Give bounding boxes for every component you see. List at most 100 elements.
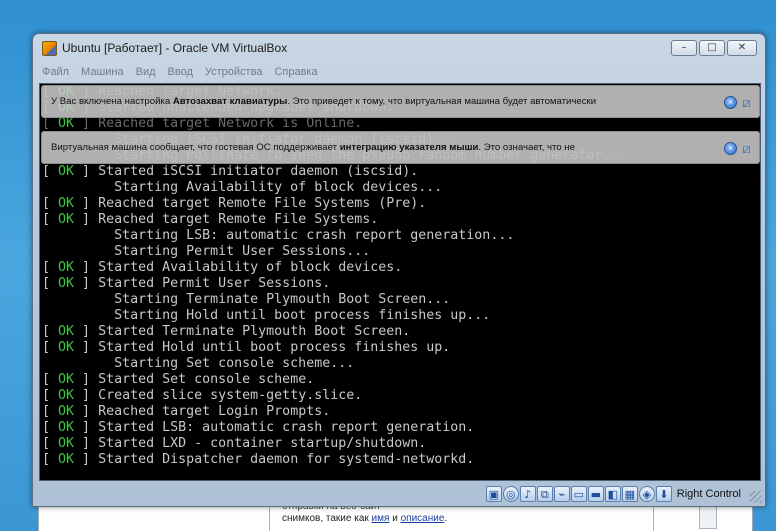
ok-status: OK <box>50 260 83 275</box>
ok-status: OK <box>50 324 83 339</box>
keyboard-capture-icon[interactable]: ⬇ <box>655 486 672 502</box>
console-line-text: Started Hold until boot process finishes… <box>98 340 451 355</box>
status-bracket: ] <box>82 404 99 419</box>
status-bracket: [ <box>42 116 51 131</box>
status-bracket: [ <box>42 324 51 339</box>
console-line: Starting Terminate Plymouth Boot Screen.… <box>42 292 760 308</box>
ok-status: OK <box>50 404 83 419</box>
console-line-text: Starting Availability of block devices..… <box>114 180 443 195</box>
menu-input[interactable]: Ввод <box>163 66 198 78</box>
usb-icon[interactable]: ⌁ <box>553 486 570 502</box>
console-line-text: Started Permit User Sessions. <box>98 276 331 291</box>
menu-machine[interactable]: Машина <box>76 66 129 78</box>
ok-status: OK <box>50 452 83 467</box>
background-text-line-2: снимков, такие как имя и описание. <box>282 513 641 525</box>
console-line-text: Reached target Remote File Systems (Pre)… <box>98 196 427 211</box>
window-controls: – □ ✕ <box>671 40 757 56</box>
audio-icon[interactable]: ♪ <box>519 486 536 502</box>
ok-status: OK <box>50 372 83 387</box>
resize-grip[interactable] <box>750 491 762 503</box>
mouse-integration-notice: Виртуальная машина сообщает, что гостева… <box>41 131 760 164</box>
ok-status: OK <box>50 212 83 227</box>
minimize-icon: – <box>681 42 687 53</box>
status-bracket: ] <box>82 116 99 131</box>
console-line-text: Reached target Remote File Systems. <box>98 212 379 227</box>
console-line-text: Started LSB: automatic crash report gene… <box>98 420 475 435</box>
background-text: и <box>389 513 401 524</box>
menu-view[interactable]: Вид <box>131 66 161 78</box>
menu-devices[interactable]: Устройства <box>200 66 268 78</box>
maximize-icon: □ <box>707 42 717 53</box>
video-capture-icon[interactable]: ◧ <box>604 486 621 502</box>
do-not-show-icon[interactable]: ⧄ <box>739 141 754 156</box>
console-line-text: Starting Permit User Sessions... <box>114 244 371 259</box>
notice-text-part: . Это означает, что не <box>478 142 575 153</box>
display-icon[interactable]: ▬ <box>587 486 604 502</box>
notice-text-part: Виртуальная машина сообщает, что гостева… <box>51 142 340 153</box>
status-bracket: [ <box>42 340 51 355</box>
close-button[interactable]: ✕ <box>727 40 757 56</box>
console-line: Starting Availability of block devices..… <box>42 180 760 196</box>
ok-status: OK <box>50 164 83 179</box>
console-line-text: Starting LSB: automatic crash report gen… <box>114 228 515 243</box>
shared-folders-icon[interactable]: ▭ <box>570 486 587 502</box>
status-bracket: [ <box>42 164 51 179</box>
console-line: [ OK ] Reached target Remote File System… <box>42 212 760 228</box>
vm-screen[interactable]: [ OK ] Reached target Network.[ OK ] Sta… <box>39 83 761 481</box>
console-line: [ OK ] Started Dispatcher daemon for sys… <box>42 452 760 468</box>
menu-help[interactable]: Справка <box>269 66 322 78</box>
maximize-button[interactable]: □ <box>699 40 725 56</box>
status-bracket: [ <box>42 212 51 227</box>
menu-bar: Файл Машина Вид Ввод Устройства Справка <box>37 63 763 81</box>
status-bracket: [ <box>42 388 51 403</box>
name-link[interactable]: имя <box>372 513 390 524</box>
status-bracket: [ <box>42 196 51 211</box>
optical-drive-icon[interactable]: ◎ <box>502 486 519 502</box>
notice-bold-text: интеграцию указателя мыши <box>339 142 479 153</box>
status-bracket: [ <box>42 420 51 435</box>
status-bracket: ] <box>82 340 99 355</box>
status-bar: ▣ ◎ ♪ ⧉ ⌁ ▭ ▬ ◧ ▦ ◈ ⬇ Right Control <box>33 482 765 506</box>
console-line-text: Reached target Login Prompts. <box>98 404 331 419</box>
console-line-text: Started iSCSI initiator daemon (iscsid). <box>98 164 419 179</box>
minimize-button[interactable]: – <box>671 40 697 56</box>
notice-text-part: . Это приведет к тому, что виртуальная м… <box>287 96 597 107</box>
status-bracket: ] <box>82 388 99 403</box>
description-link[interactable]: описание <box>401 513 445 524</box>
status-bracket: ] <box>82 276 99 291</box>
console-line: [ OK ] Started LSB: automatic crash repo… <box>42 420 760 436</box>
title-bar[interactable]: Ubuntu [Работает] - Oracle VM VirtualBox… <box>33 34 765 62</box>
console-line-text: Starting Terminate Plymouth Boot Screen.… <box>114 292 451 307</box>
console-line: [ OK ] Started iSCSI initiator daemon (i… <box>42 164 760 180</box>
status-bracket: [ <box>42 260 51 275</box>
close-icon[interactable]: × <box>724 142 737 155</box>
mouse-integration-icon[interactable]: ◈ <box>638 486 655 502</box>
cpu-icon[interactable]: ▦ <box>621 486 638 502</box>
status-bracket: ] <box>82 420 99 435</box>
console-line: Starting Permit User Sessions... <box>42 244 760 260</box>
notice-text-part: У Вас включена настройка <box>51 96 173 107</box>
ok-status: OK <box>50 388 83 403</box>
console-line: [ OK ] Started Hold until boot process f… <box>42 340 760 356</box>
status-bracket: ] <box>82 212 99 227</box>
console-line-text: Started LXD - container startup/shutdown… <box>98 436 427 451</box>
do-not-show-icon[interactable]: ⧄ <box>739 95 754 110</box>
hard-disk-icon[interactable]: ▣ <box>485 486 502 502</box>
status-bracket: ] <box>82 452 99 467</box>
background-text: . <box>444 513 448 524</box>
host-key-label: Right Control <box>676 488 741 500</box>
notice-text: У Вас включена настройка Автозахват клав… <box>51 96 711 107</box>
ok-status: OK <box>50 276 83 291</box>
close-icon: ✕ <box>737 42 747 53</box>
network-icon[interactable]: ⧉ <box>536 486 553 502</box>
status-bracket: ] <box>82 436 99 451</box>
menu-file[interactable]: Файл <box>37 66 74 78</box>
console-line-text: Reached target Network is Online. <box>98 116 363 131</box>
console-line-text: Started Terminate Plymouth Boot Screen. <box>98 324 411 339</box>
close-icon[interactable]: × <box>724 96 737 109</box>
